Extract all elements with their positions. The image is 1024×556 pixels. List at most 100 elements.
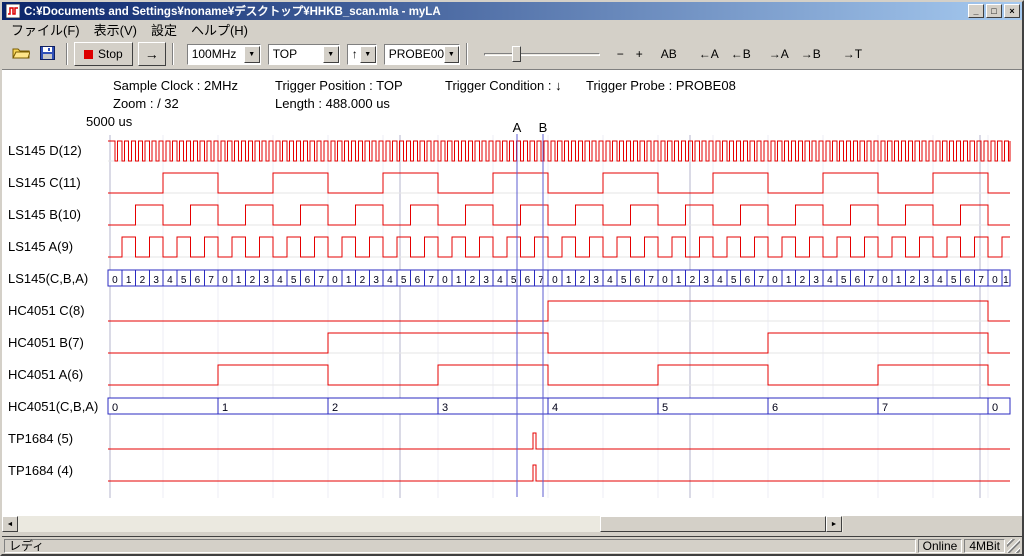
- trigger-position-value: TOP: [273, 47, 297, 61]
- forward-a-button[interactable]: →A: [764, 45, 794, 63]
- svg-text:1: 1: [566, 275, 572, 286]
- chevron-down-icon[interactable]: ▼: [323, 46, 339, 63]
- trigger-position-select[interactable]: TOP ▼: [268, 44, 340, 65]
- svg-text:1: 1: [222, 402, 228, 414]
- svg-text:3: 3: [813, 275, 819, 286]
- close-button[interactable]: ×: [1004, 4, 1020, 18]
- resize-grip[interactable]: [1007, 539, 1020, 553]
- svg-text:B: B: [539, 120, 548, 135]
- svg-text:6: 6: [635, 275, 641, 286]
- menu-settings[interactable]: 設定: [144, 19, 184, 40]
- svg-text:3: 3: [703, 275, 709, 286]
- stop-button[interactable]: Stop: [74, 42, 133, 66]
- svg-text:3: 3: [483, 275, 489, 286]
- slider-track: [484, 53, 600, 56]
- svg-text:2: 2: [332, 402, 338, 414]
- goto-a-button[interactable]: ←A: [694, 45, 724, 63]
- app-window: C:¥Documents and Settings¥noname¥デスクトップ¥…: [0, 0, 1024, 556]
- svg-text:0: 0: [222, 275, 228, 286]
- svg-text:5: 5: [841, 275, 847, 286]
- zoom-in-button[interactable]: +: [631, 45, 648, 63]
- menu-file[interactable]: ファイル(F): [4, 19, 87, 40]
- svg-text:2: 2: [360, 275, 366, 286]
- menu-view[interactable]: 表示(V): [87, 19, 144, 40]
- svg-text:3: 3: [593, 275, 599, 286]
- svg-text:2: 2: [250, 275, 256, 286]
- slider-thumb[interactable]: [512, 46, 521, 62]
- scroll-right-button[interactable]: ►: [826, 516, 842, 532]
- svg-text:6: 6: [965, 275, 971, 286]
- svg-text:1: 1: [346, 275, 352, 286]
- svg-text:7: 7: [868, 275, 874, 286]
- svg-text:5: 5: [731, 275, 737, 286]
- svg-text:7: 7: [648, 275, 654, 286]
- toolbar-separator: [466, 43, 468, 65]
- svg-text:7: 7: [758, 275, 764, 286]
- svg-text:4: 4: [387, 275, 393, 286]
- svg-text:0: 0: [112, 402, 118, 414]
- svg-text:4: 4: [937, 275, 943, 286]
- save-button[interactable]: [34, 42, 60, 66]
- waveform-canvas[interactable]: 0123456701234567012345670123456701234567…: [2, 70, 1022, 516]
- open-button[interactable]: [8, 42, 34, 66]
- minimize-button[interactable]: _: [968, 4, 984, 18]
- app-icon: [6, 4, 20, 18]
- sample-clock-value: 100MHz: [192, 47, 237, 61]
- maximize-button[interactable]: □: [986, 4, 1002, 18]
- svg-text:3: 3: [153, 275, 159, 286]
- zoom-slider[interactable]: [482, 43, 602, 65]
- svg-text:0: 0: [992, 275, 998, 286]
- title-bar[interactable]: C:¥Documents and Settings¥noname¥デスクトップ¥…: [2, 2, 1022, 20]
- scroll-left-button[interactable]: ◄: [2, 516, 18, 532]
- svg-text:7: 7: [882, 402, 888, 414]
- svg-text:A: A: [513, 120, 522, 135]
- svg-text:3: 3: [923, 275, 929, 286]
- svg-text:4: 4: [167, 275, 173, 286]
- toolbar-separator: [172, 43, 174, 65]
- svg-text:4: 4: [497, 275, 503, 286]
- window-title: C:¥Documents and Settings¥noname¥デスクトップ¥…: [24, 3, 441, 19]
- chevron-down-icon[interactable]: ▼: [360, 46, 376, 63]
- status-memory: 4MBit: [964, 539, 1005, 553]
- svg-text:2: 2: [910, 275, 916, 286]
- run-button[interactable]: →: [138, 42, 166, 66]
- svg-text:5: 5: [291, 275, 297, 286]
- svg-text:4: 4: [827, 275, 833, 286]
- scrollbar-thumb[interactable]: [600, 516, 826, 532]
- toolbar-separator: [66, 43, 68, 65]
- svg-text:4: 4: [552, 402, 558, 414]
- svg-text:6: 6: [745, 275, 751, 286]
- svg-text:5: 5: [511, 275, 517, 286]
- svg-text:0: 0: [332, 275, 338, 286]
- svg-text:0: 0: [992, 402, 998, 414]
- svg-text:0: 0: [662, 275, 668, 286]
- svg-text:4: 4: [607, 275, 613, 286]
- svg-text:5: 5: [951, 275, 957, 286]
- svg-text:1: 1: [126, 275, 132, 286]
- svg-text:1: 1: [236, 275, 242, 286]
- horizontal-scrollbar[interactable]: ◄ ►: [2, 516, 843, 532]
- chevron-down-icon[interactable]: ▼: [244, 46, 260, 63]
- probe-select[interactable]: PROBE00 ▼: [384, 44, 460, 65]
- svg-text:1: 1: [896, 275, 902, 286]
- svg-text:6: 6: [415, 275, 421, 286]
- trigger-edge-value: ↑: [352, 47, 358, 61]
- svg-text:6: 6: [772, 402, 778, 414]
- stop-icon: [84, 50, 93, 59]
- chevron-down-icon[interactable]: ▼: [444, 46, 459, 63]
- svg-text:2: 2: [690, 275, 696, 286]
- zoom-out-button[interactable]: −: [612, 45, 629, 63]
- menu-help[interactable]: ヘルプ(H): [184, 19, 255, 40]
- menu-bar: ファイル(F) 表示(V) 設定 ヘルプ(H): [2, 20, 1022, 39]
- sample-clock-select[interactable]: 100MHz ▼: [187, 44, 261, 65]
- window-controls: _ □ ×: [968, 4, 1020, 18]
- forward-b-button[interactable]: →B: [796, 45, 826, 63]
- svg-text:7: 7: [428, 275, 434, 286]
- svg-text:0: 0: [112, 275, 118, 286]
- goto-trigger-button[interactable]: →T: [838, 45, 867, 63]
- svg-text:2: 2: [580, 275, 586, 286]
- goto-b-button[interactable]: ←B: [726, 45, 756, 63]
- stop-label: Stop: [98, 47, 123, 61]
- trigger-edge-select[interactable]: ↑ ▼: [347, 44, 377, 65]
- ab-button[interactable]: AB: [656, 45, 682, 63]
